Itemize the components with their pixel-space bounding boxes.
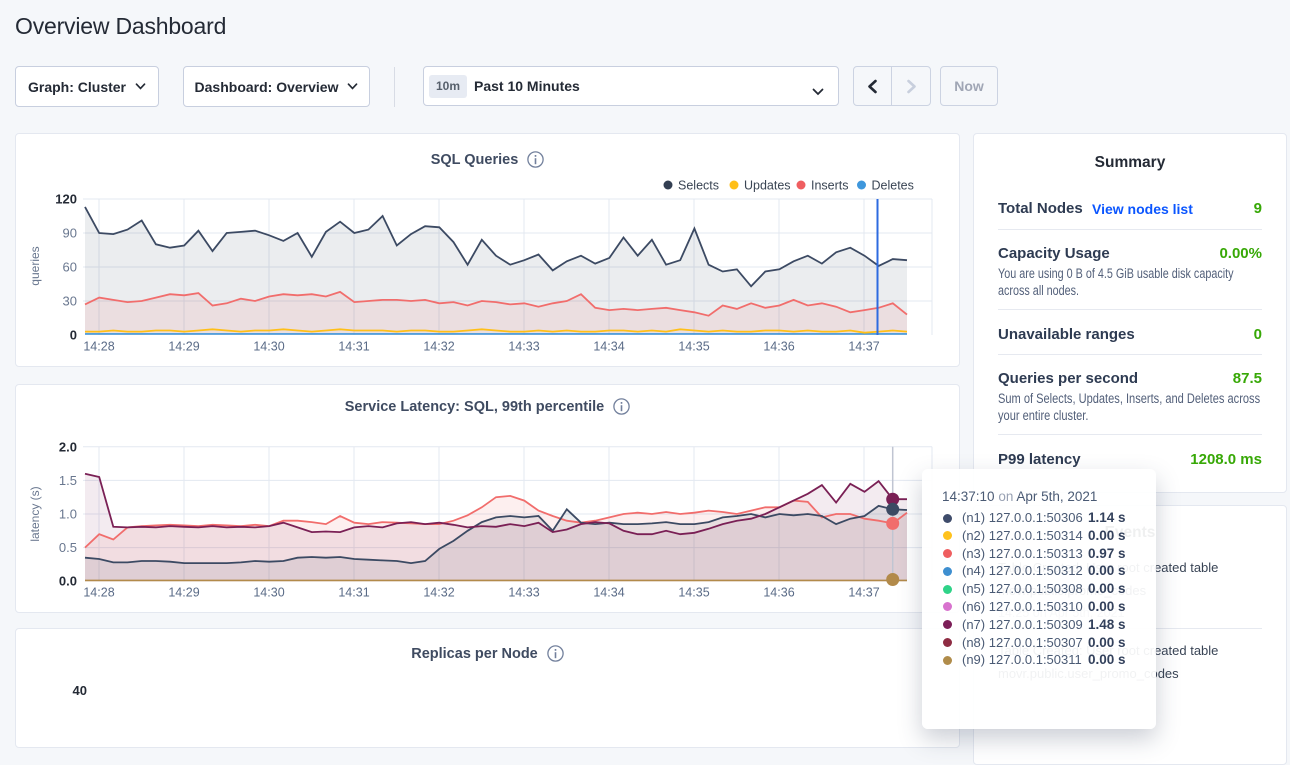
svg-text:Inserts: Inserts <box>811 179 849 193</box>
svg-text:14:31: 14:31 <box>338 586 369 600</box>
svg-text:14:36: 14:36 <box>763 340 794 354</box>
svg-text:14:29: 14:29 <box>168 340 199 354</box>
svg-text:14:36: 14:36 <box>763 586 794 600</box>
svg-text:14:28: 14:28 <box>83 586 114 600</box>
svg-text:40: 40 <box>73 683 87 698</box>
svg-text:Deletes: Deletes <box>872 179 914 193</box>
svg-text:60: 60 <box>63 260 77 275</box>
svg-text:90: 90 <box>63 226 77 241</box>
svg-text:14:29: 14:29 <box>168 586 199 600</box>
svg-text:14:37: 14:37 <box>848 586 879 600</box>
svg-text:14:32: 14:32 <box>423 340 454 354</box>
svg-text:1.0: 1.0 <box>59 507 77 522</box>
svg-text:0: 0 <box>70 328 77 343</box>
svg-text:Selects: Selects <box>678 179 719 193</box>
svg-text:14:30: 14:30 <box>253 586 284 600</box>
svg-text:14:33: 14:33 <box>508 586 539 600</box>
svg-text:14:32: 14:32 <box>423 586 454 600</box>
svg-text:queries: queries <box>28 246 42 285</box>
svg-text:Updates: Updates <box>744 179 791 193</box>
svg-text:0.0: 0.0 <box>59 574 77 589</box>
svg-text:14:30: 14:30 <box>253 340 284 354</box>
svg-text:30: 30 <box>63 294 77 309</box>
svg-text:1.5: 1.5 <box>59 473 77 488</box>
svg-text:14:33: 14:33 <box>508 340 539 354</box>
svg-text:120: 120 <box>55 192 77 207</box>
svg-text:2.0: 2.0 <box>59 439 77 454</box>
svg-text:14:28: 14:28 <box>83 340 114 354</box>
svg-text:14:34: 14:34 <box>593 340 624 354</box>
svg-text:14:37: 14:37 <box>848 340 879 354</box>
svg-text:14:34: 14:34 <box>593 586 624 600</box>
svg-text:0.5: 0.5 <box>59 540 77 555</box>
svg-text:14:35: 14:35 <box>678 340 709 354</box>
svg-text:14:35: 14:35 <box>678 586 709 600</box>
svg-text:14:31: 14:31 <box>338 340 369 354</box>
svg-text:latency (s): latency (s) <box>28 486 42 541</box>
